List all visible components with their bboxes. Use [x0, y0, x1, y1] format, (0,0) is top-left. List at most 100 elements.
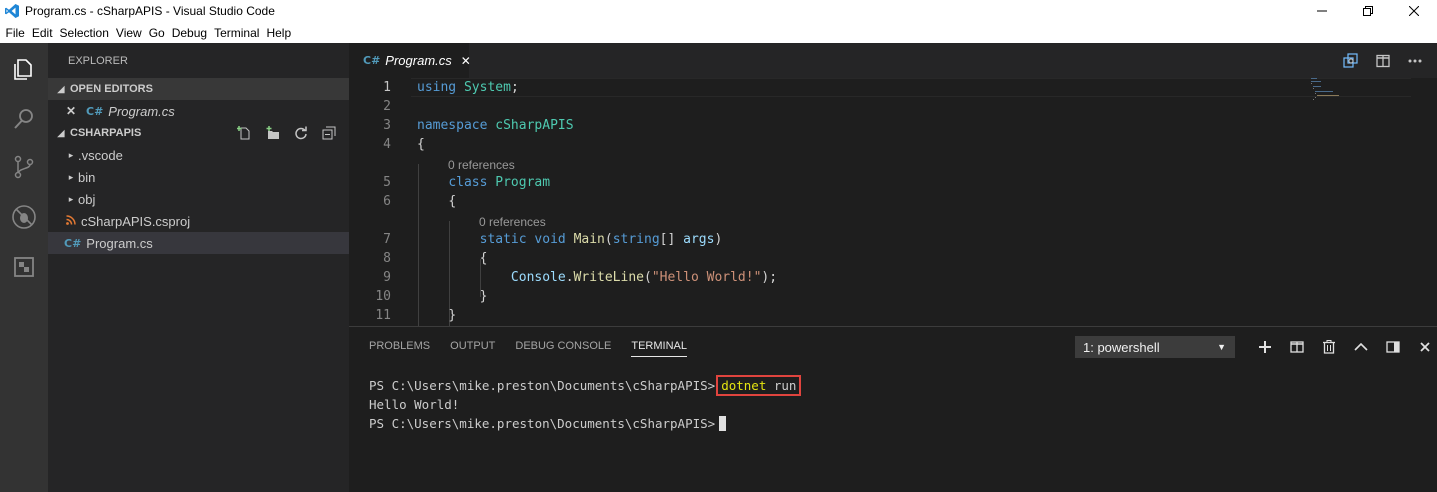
terminal-output-line: Hello World! [369, 397, 460, 412]
debug-icon[interactable] [10, 203, 38, 231]
code-text: } [417, 287, 488, 306]
collapse-all-button[interactable] [315, 125, 343, 141]
token: using [417, 80, 457, 95]
code-text: using System; [417, 78, 519, 97]
search-icon[interactable] [10, 105, 38, 133]
token: { [479, 251, 488, 266]
menu-help[interactable]: Help [263, 26, 295, 40]
terminal-prompt: PS C:\Users\mike.preston\Documents\cShar… [369, 378, 716, 393]
vscode-logo-icon [5, 4, 19, 18]
tree-item-program-cs[interactable]: C# Program.cs [48, 232, 349, 254]
close-window-button[interactable] [1391, 0, 1437, 22]
code-text: namespace cSharpAPIS [417, 116, 574, 135]
csharp-file-icon: C# [363, 54, 381, 67]
code-editor[interactable]: 1 using System; 2 3 namespace cSharpAPIS… [349, 78, 1437, 326]
token: ) [714, 232, 723, 247]
tab-output[interactable]: OUTPUT [450, 340, 495, 357]
project-section[interactable]: ◢ CSHARPAPIS [48, 122, 349, 144]
csharp-file-icon: C# [64, 236, 82, 250]
line-number: 5 [383, 175, 391, 190]
new-file-icon [237, 126, 250, 140]
token: [] [659, 232, 676, 247]
more-actions-button[interactable] [1399, 52, 1431, 70]
chevron-down-icon: ◢ [57, 83, 65, 94]
chevron-right-icon: ▸ [68, 171, 74, 182]
open-changes-button[interactable] [1335, 52, 1367, 70]
menu-file[interactable]: File [2, 26, 28, 40]
open-editor-item[interactable]: ✕ C# Program.cs [48, 100, 349, 122]
explorer-icon[interactable] [10, 55, 38, 83]
tab-label: Program.cs [385, 53, 452, 68]
terminal-selector[interactable]: 1: powershell ▼ [1075, 336, 1235, 358]
close-icon [1409, 6, 1419, 16]
command-args: run [766, 378, 797, 393]
tab-program-cs[interactable]: C# Program.cs ✕ [349, 43, 471, 78]
code-line-2: 2 [349, 97, 1437, 116]
code-line-5: 5 class Program [349, 173, 1437, 192]
menu-bar: File Edit Selection View Go Debug Termin… [0, 22, 1437, 43]
minimize-button[interactable] [1299, 0, 1345, 22]
tree-item-csproj[interactable]: cSharpAPIS.csproj [48, 210, 349, 232]
tree-item-obj[interactable]: ▸ obj [48, 188, 349, 210]
line-number: 6 [383, 194, 391, 209]
kill-terminal-button[interactable] [1313, 338, 1345, 356]
token: ); [761, 270, 778, 285]
menu-debug[interactable]: Debug [168, 26, 210, 40]
split-editor-icon [1376, 54, 1390, 68]
tree-item-label: Program.cs [86, 235, 153, 251]
tree-item-bin[interactable]: ▸ bin [48, 166, 349, 188]
maximize-panel-button[interactable] [1345, 338, 1377, 356]
token: namespace [417, 118, 488, 133]
chevron-right-icon: ▸ [68, 193, 74, 204]
line-number: 4 [383, 137, 391, 152]
tab-debug-console[interactable]: DEBUG CONSOLE [515, 340, 611, 357]
tab-problems[interactable]: PROBLEMS [369, 340, 430, 357]
code-line-10: 10 } [349, 287, 1437, 306]
code-line-1: 1 using System; [349, 78, 1437, 97]
toggle-panel-position-button[interactable] [1377, 338, 1409, 356]
trash-icon [1323, 340, 1335, 354]
window-title: Program.cs - cSharpAPIS - Visual Studio … [25, 4, 275, 18]
new-terminal-button[interactable] [1249, 338, 1281, 356]
terminal-output[interactable]: PS C:\Users\mike.preston\Documents\cShar… [369, 375, 802, 433]
minimize-icon [1317, 10, 1327, 12]
refresh-button[interactable] [287, 125, 315, 141]
menu-edit[interactable]: Edit [28, 26, 56, 40]
menu-go[interactable]: Go [145, 26, 168, 40]
panel-layout-icon [1386, 341, 1400, 353]
chevron-right-icon: ▸ [68, 149, 74, 160]
chevron-up-icon [1354, 343, 1368, 351]
code-text: static void Main(string[] args) [417, 230, 723, 249]
minimap[interactable] [1309, 78, 1359, 102]
split-editor-button[interactable] [1367, 52, 1399, 70]
plus-icon [1259, 341, 1271, 353]
source-control-icon[interactable] [10, 153, 38, 181]
token: Program [495, 175, 551, 190]
extensions-icon[interactable] [10, 253, 38, 281]
activity-bar [0, 43, 48, 492]
open-changes-icon [1343, 53, 1358, 68]
open-editor-label: Program.cs [108, 103, 175, 119]
menu-view[interactable]: View [112, 26, 145, 40]
menu-selection[interactable]: Selection [56, 26, 112, 40]
close-tab-icon[interactable]: ✕ [461, 54, 471, 68]
restore-button[interactable] [1345, 0, 1391, 22]
split-terminal-button[interactable] [1281, 338, 1313, 356]
token: string [612, 232, 660, 247]
open-editors-section[interactable]: ◢ OPEN EDITORS [48, 78, 349, 100]
menu-terminal[interactable]: Terminal [211, 26, 263, 40]
new-folder-button[interactable] [259, 125, 287, 141]
token: ( [604, 232, 613, 247]
token: args [683, 232, 715, 247]
new-file-button[interactable] [231, 125, 259, 141]
code-text: { [417, 249, 488, 268]
tab-terminal[interactable]: TERMINAL [631, 340, 687, 357]
close-panel-button[interactable] [1409, 338, 1437, 356]
close-editor-icon[interactable]: ✕ [66, 104, 86, 118]
refresh-icon [295, 126, 307, 140]
line-number: 7 [383, 232, 391, 247]
code-text: { [417, 137, 425, 152]
tree-item-vscode[interactable]: ▸ .vscode [48, 144, 349, 166]
token: WriteLine [573, 270, 644, 285]
token: Main [573, 232, 605, 247]
